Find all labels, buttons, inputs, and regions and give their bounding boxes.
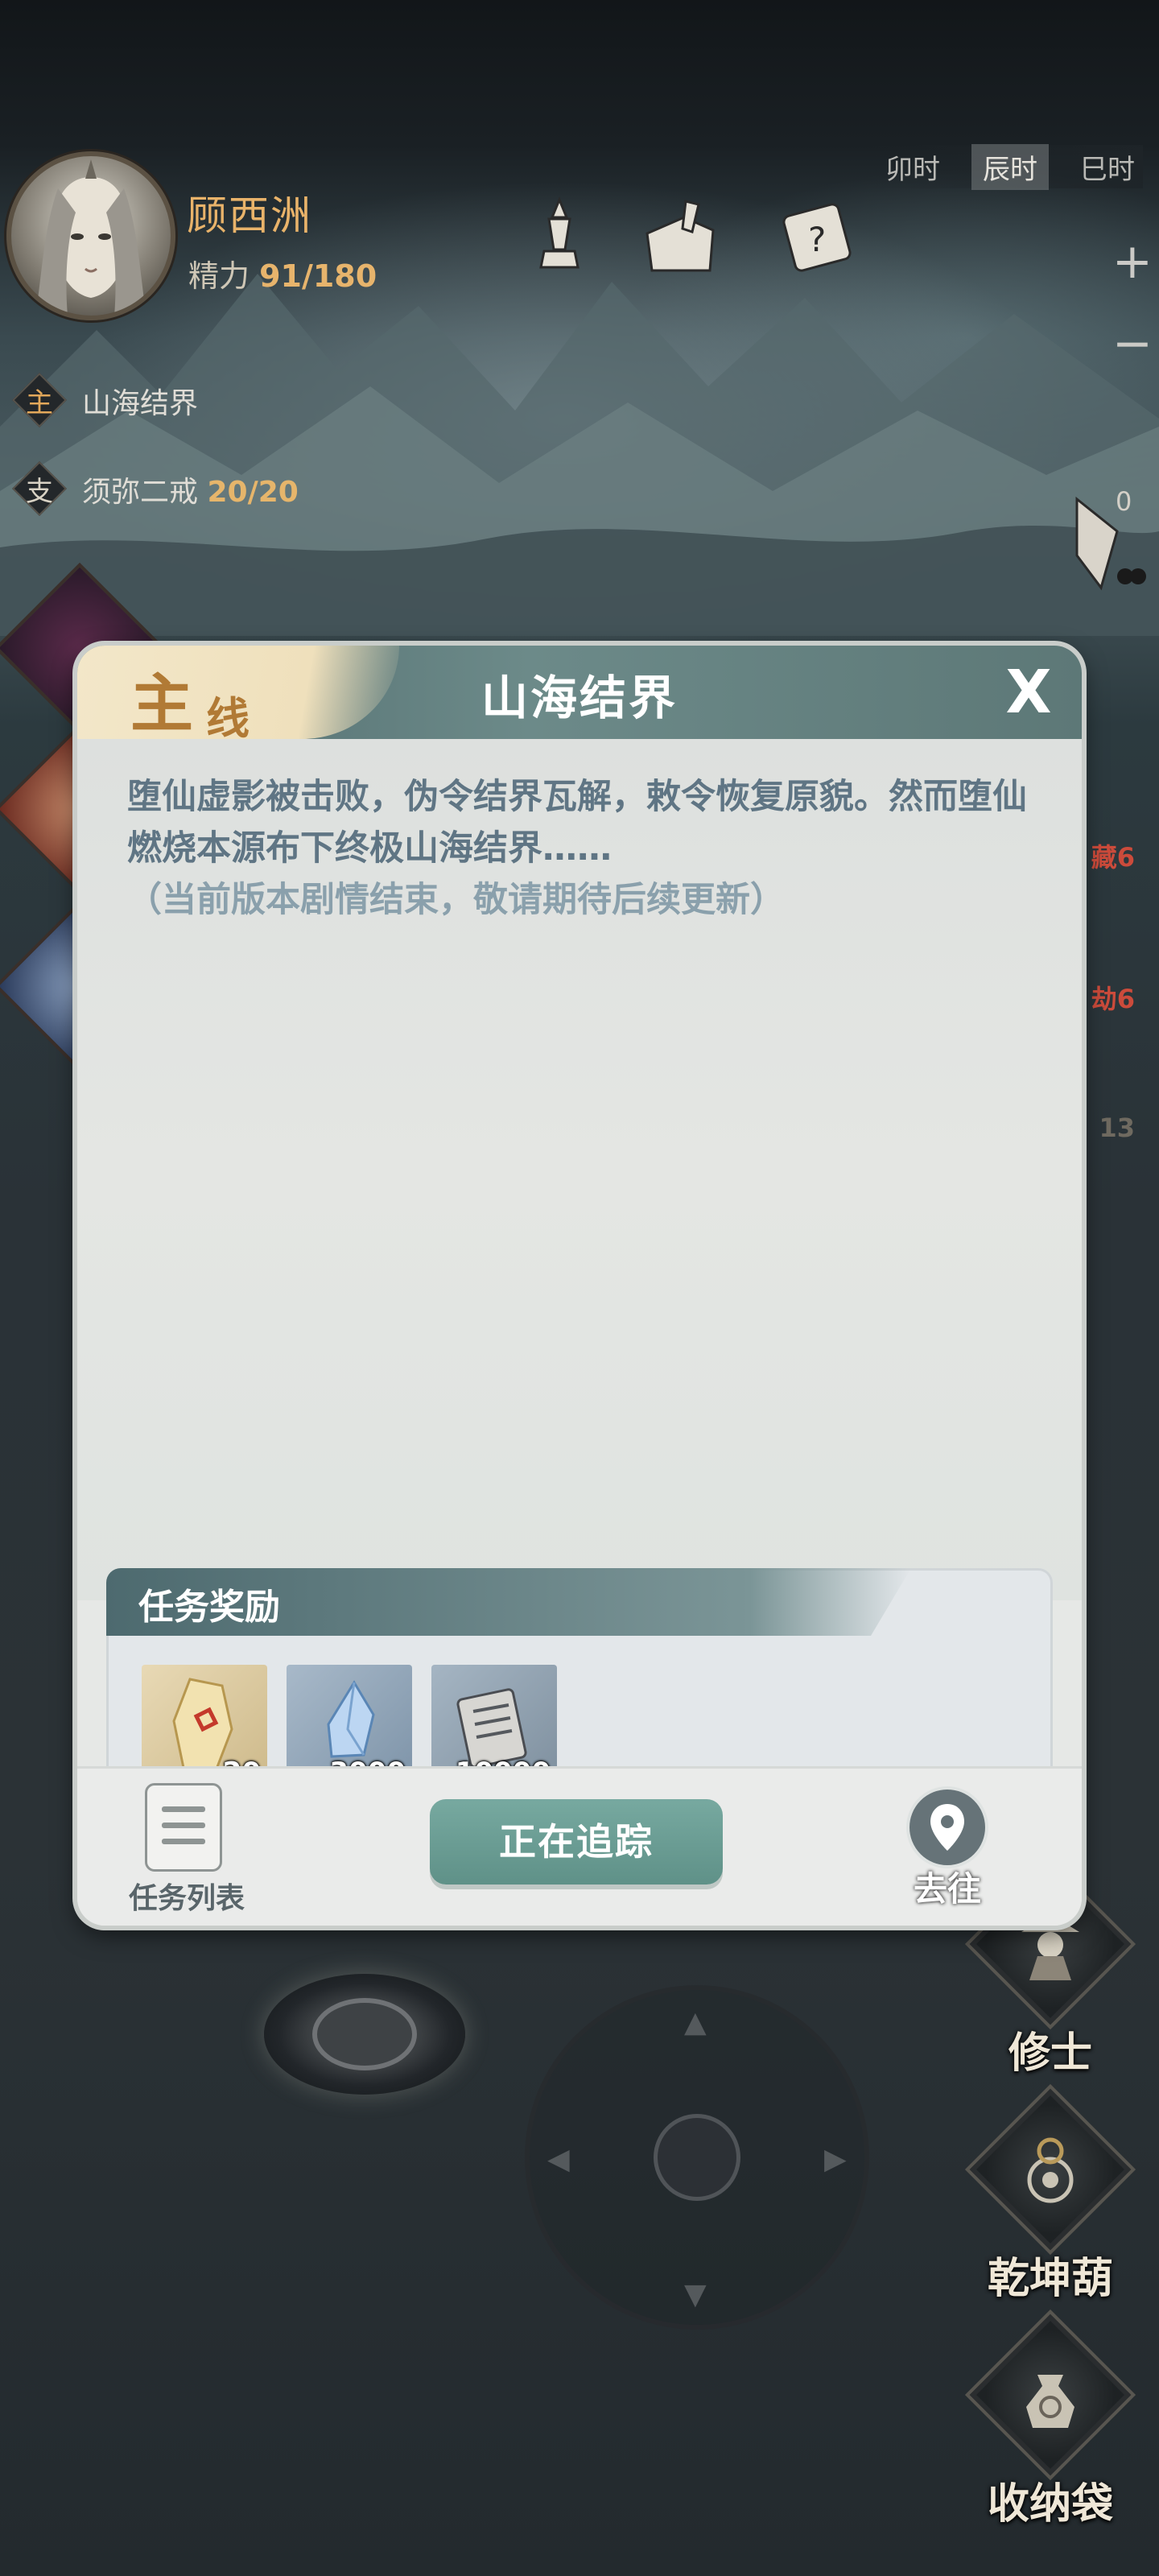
music-note-icon[interactable] (1061, 483, 1149, 596)
storage-bag-icon (1026, 2375, 1074, 2428)
side-quest-title: 须弥二戒 (82, 476, 199, 509)
close-button[interactable]: X (988, 652, 1069, 733)
story-note: （当前版本剧情结束，敬请期待后续更新） (127, 880, 785, 920)
tracking-button[interactable]: 正在追踪 (430, 1799, 723, 1885)
quest-description: 堕仙虚影被击败，伪令结界瓦解，敕令恢复原貌。然而堕仙燃烧本源布下终极山海结界……… (127, 771, 1045, 926)
reward-header: 任务奖励 (106, 1568, 911, 1636)
location-pin-icon (906, 1786, 988, 1868)
gourd-button[interactable]: 乾坤葫 (959, 2083, 1141, 2303)
time-of-day-bar: 卯时 辰时 巳时 (869, 143, 1143, 190)
chess-piece-icon[interactable] (515, 193, 604, 282)
time-slot-current: 辰时 (971, 143, 1049, 190)
side-quest-progress: 20/20 (207, 476, 299, 509)
map-scroll-icon[interactable] (636, 193, 724, 282)
time-slot-prev: 卯时 (885, 153, 940, 186)
joystick-down-arrow: ▼ (684, 2278, 707, 2311)
storage-bag-label: 收纳袋 (987, 2479, 1113, 2529)
joystick-knob[interactable] (654, 2114, 740, 2201)
side-quest-tag[interactable]: 支 (11, 460, 68, 517)
main-quest-tag[interactable]: 主 (11, 372, 68, 428)
main-quest-name[interactable]: 山海结界 (82, 380, 198, 422)
dialog-header: 主 线 山海结界 X (77, 646, 1082, 744)
main-quest-tag-label: 主 (26, 386, 53, 419)
movement-joystick[interactable]: ▲ ▼ ◀ ▶ (525, 1985, 869, 2330)
dialog-body: 堕仙虚影被击败，伪令结界瓦解，敕令恢复原貌。然而堕仙燃烧本源布下终极山海结界……… (77, 739, 1082, 1821)
joystick-left-arrow: ◀ (547, 2143, 570, 2176)
time-slot-next: 巳时 (1080, 153, 1135, 186)
energy-value: 91/180 (259, 258, 377, 294)
quest-list-button[interactable]: 任务列表 (122, 1783, 251, 1915)
cultivator-label: 修士 (1008, 2029, 1092, 2078)
dialog-footer: 任务列表 正在追踪 去往 (77, 1766, 1082, 1926)
counter-jie: 劫6 (1091, 984, 1135, 1014)
dialog-title: 山海结界 (481, 671, 678, 725)
joystick-right-arrow: ▶ (824, 2143, 847, 2176)
quest-dialog: 主 线 山海结界 X 堕仙虚影被击败，伪令结界瓦解，敕令恢复原貌。然而堕仙燃烧本… (77, 646, 1082, 1926)
list-icon (145, 1783, 222, 1872)
portrait-icon (35, 159, 146, 316)
teleport-ring[interactable] (264, 1974, 465, 2095)
energy-label: 精力 (188, 258, 250, 294)
storage-bag-button[interactable]: 收纳袋 (959, 2309, 1141, 2529)
quest-scroll-icon[interactable]: ? (773, 193, 861, 282)
story-text: 堕仙虚影被击败，伪令结界瓦解，敕令恢复原貌。然而堕仙燃烧本源布下终极山海结界…… (127, 777, 1027, 869)
player-avatar[interactable] (6, 151, 175, 320)
go-to-label: 去往 (913, 1869, 981, 1909)
zoom-in-button[interactable]: + (1112, 233, 1153, 290)
side-quest-tag-label: 支 (26, 475, 53, 508)
svg-text:?: ? (808, 220, 826, 259)
reward-title: 任务奖励 (138, 1587, 280, 1628)
counter-cang: 藏6 (1091, 842, 1135, 873)
gourd-icon (1027, 2137, 1074, 2203)
joystick-up-arrow: ▲ (684, 2006, 707, 2039)
gourd-label: 乾坤葫 (987, 2254, 1113, 2303)
counter-misc: 13 (1099, 1113, 1135, 1143)
quest-list-label: 任务列表 (128, 1882, 245, 1915)
main-quest-title: 山海结界 (82, 387, 199, 420)
player-name: 顾西洲 (187, 192, 312, 239)
zoom-out-button[interactable]: − (1112, 316, 1153, 372)
music-count: 0 (1116, 486, 1132, 517)
side-quest-name[interactable]: 须弥二戒 20/20 (82, 469, 299, 510)
go-to-button[interactable]: 去往 (895, 1786, 1000, 1909)
energy-status: 精力 91/180 (188, 251, 377, 295)
